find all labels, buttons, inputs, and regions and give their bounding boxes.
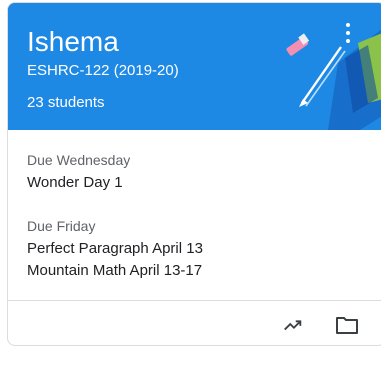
class-folder-button[interactable] <box>331 309 363 341</box>
assignment-link[interactable]: Mountain Math April 13-17 <box>27 260 203 282</box>
class-section: ESHRC-122 (2019-20) <box>27 62 179 79</box>
more-vert-icon-dot <box>346 39 350 43</box>
due-label: Due Wednesday <box>27 152 131 168</box>
more-options-button[interactable] <box>336 23 360 57</box>
class-card: Ishema ESHRC-122 (2019-20) 23 students D… <box>7 2 381 346</box>
assignment-link[interactable]: Wonder Day 1 <box>27 172 130 194</box>
class-card-footer <box>8 301 381 345</box>
gradebook-button[interactable] <box>277 309 309 341</box>
student-count: 23 students <box>27 94 105 111</box>
assignment-link[interactable]: Perfect Paragraph April 13 <box>27 238 203 260</box>
due-group: Due Wednesday Wonder Day 1 <box>27 151 130 194</box>
class-card-header: Ishema ESHRC-122 (2019-20) 23 students <box>8 3 381 130</box>
class-title[interactable]: Ishema <box>27 25 119 59</box>
due-group: Due Friday Perfect Paragraph April 13 Mo… <box>27 217 203 282</box>
folder-icon <box>336 317 358 334</box>
more-vert-icon-dot <box>346 31 350 35</box>
more-vert-icon <box>346 23 350 27</box>
due-list: Due Wednesday Wonder Day 1 Due Friday Pe… <box>8 130 381 300</box>
due-label: Due Friday <box>27 218 96 234</box>
trending-up-icon <box>284 320 302 331</box>
